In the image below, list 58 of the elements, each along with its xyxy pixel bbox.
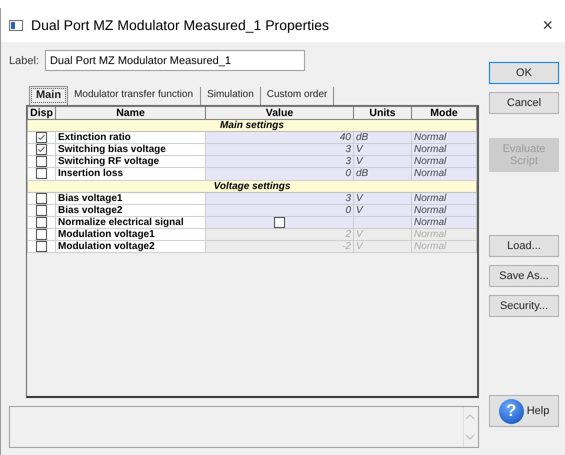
value-cell[interactable]: 3 xyxy=(206,192,354,204)
mode-cell[interactable]: Normal xyxy=(412,192,476,204)
window-title: Dual Port MZ Modulator Measured_1 Properties xyxy=(31,17,330,33)
value-checkbox[interactable] xyxy=(274,216,285,228)
value-cell[interactable]: 40 xyxy=(206,132,354,144)
section-header: Voltage settings xyxy=(28,180,476,192)
mode-cell[interactable]: Normal xyxy=(412,204,476,216)
units-cell: V xyxy=(354,144,412,156)
value-cell[interactable]: 0 xyxy=(206,168,354,180)
window-icon xyxy=(9,20,23,30)
disp-checkbox[interactable] xyxy=(36,192,47,204)
disp-checkbox[interactable] xyxy=(36,156,47,168)
tab[interactable]: Main xyxy=(29,86,68,105)
value-cell[interactable]: 3 xyxy=(206,156,354,168)
units-cell: V xyxy=(354,240,412,253)
parameter-name: Modulation voltage1 xyxy=(56,228,206,241)
label-field[interactable]: Dual Port MZ Modulator Measured_1 xyxy=(44,50,305,71)
disp-checkbox[interactable] xyxy=(36,144,47,156)
dialog-button[interactable]: Load... xyxy=(489,235,559,257)
parameter-name: Switching bias voltage xyxy=(56,144,206,156)
dialog-button[interactable]: Cancel xyxy=(489,92,559,114)
disp-checkbox[interactable] xyxy=(36,132,47,143)
mode-cell[interactable]: Normal xyxy=(412,168,476,180)
close-button[interactable]: × xyxy=(538,14,557,36)
section-header: Main settings xyxy=(28,120,476,132)
help-icon: ? xyxy=(498,398,524,424)
dialog-button[interactable]: Security... xyxy=(489,295,559,317)
column-header: Disp xyxy=(28,106,56,120)
column-header: Mode xyxy=(412,106,476,120)
disp-checkbox[interactable] xyxy=(36,168,47,180)
mode-cell[interactable]: Normal xyxy=(412,156,476,168)
units-cell: dB xyxy=(354,132,412,144)
parameter-name: Bias voltage1 xyxy=(56,192,206,204)
value-cell[interactable]: 3 xyxy=(206,144,354,156)
units-cell: V xyxy=(354,228,412,241)
column-header: Units xyxy=(354,106,412,120)
label-caption: Label: xyxy=(9,54,39,66)
units-cell: V xyxy=(354,204,412,216)
parameter-name: Switching RF voltage xyxy=(56,156,206,168)
units-cell: V xyxy=(354,156,412,168)
dialog-button[interactable]: OK xyxy=(489,62,559,84)
mode-cell[interactable]: Normal xyxy=(412,216,476,228)
parameter-name: Extinction ratio xyxy=(56,132,206,144)
units-cell: dB xyxy=(354,168,412,180)
parameter-name: Normalize electrical signal xyxy=(56,216,206,228)
parameter-name: Insertion loss xyxy=(56,168,206,180)
dialog-button[interactable]: Save As... xyxy=(489,265,559,287)
units-cell: V xyxy=(354,192,412,204)
column-header: Name xyxy=(56,106,206,120)
disp-checkbox[interactable] xyxy=(36,204,47,216)
disp-checkbox[interactable] xyxy=(36,216,47,228)
mode-cell[interactable]: Normal xyxy=(412,144,476,156)
parameter-name: Bias voltage2 xyxy=(56,204,206,216)
column-header: Value xyxy=(206,106,354,120)
value-cell[interactable]: 0 xyxy=(206,204,354,216)
parameter-name: Modulation voltage2 xyxy=(56,240,206,253)
mode-cell[interactable]: Normal xyxy=(412,132,476,144)
help-button[interactable]: ? Help xyxy=(489,395,559,427)
